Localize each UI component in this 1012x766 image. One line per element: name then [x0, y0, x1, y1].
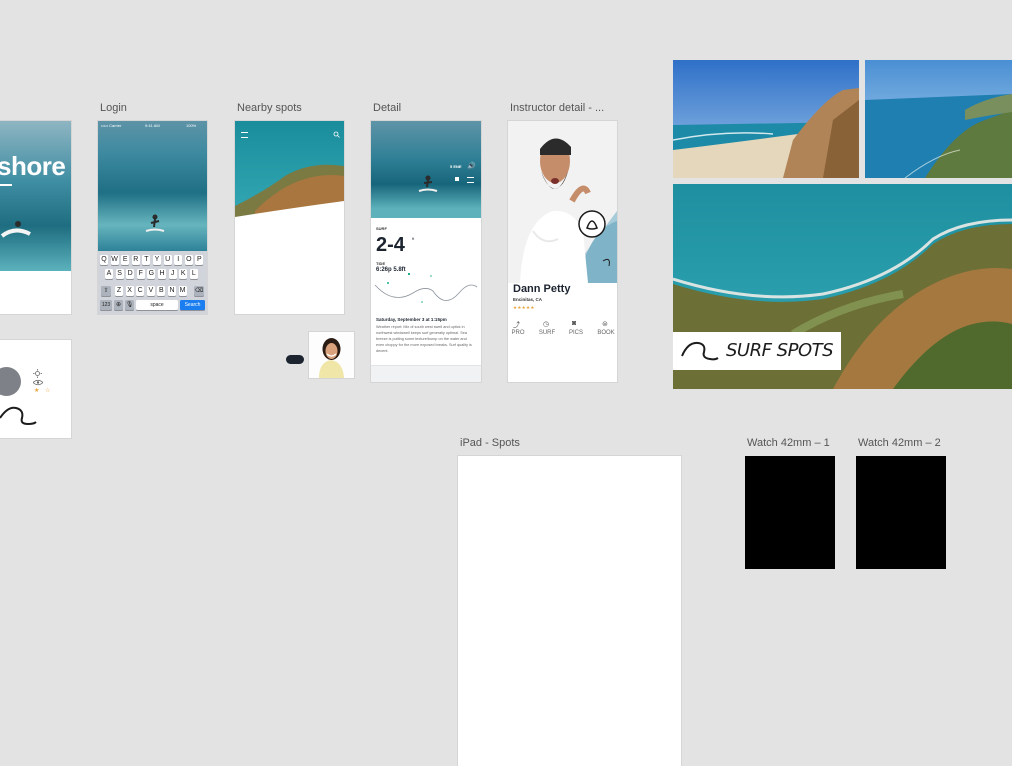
status-carrier: ••••• Carrier [101, 123, 122, 128]
detail-artboard[interactable]: 5 ENE 🔊 SURF 2-4 ft TIDE 6:26p 5.8ft Sat… [371, 121, 481, 382]
key-o[interactable]: O [184, 255, 193, 265]
tab-pro[interactable]: PRO [508, 330, 528, 336]
key-r[interactable]: R [131, 255, 140, 265]
watch-2-artboard[interactable] [856, 456, 946, 569]
shift-key[interactable]: ⇧ [101, 286, 111, 296]
speaker-icon: 🔊 [467, 163, 476, 170]
key-z[interactable]: Z [115, 286, 123, 296]
nearby-spots-artboard[interactable] [235, 121, 344, 314]
mic-key[interactable]: 🎙 [125, 300, 134, 310]
key-c[interactable]: C [136, 286, 145, 296]
surf-tab-icon[interactable]: ◷ [543, 320, 549, 328]
star-icon: ★ [34, 388, 40, 394]
key-q[interactable]: Q [100, 255, 108, 265]
artboard-label-instructor: Instructor detail - ... [510, 102, 605, 114]
surf-height: 2-4 [376, 234, 405, 256]
backspace-key[interactable]: ⌫ [194, 286, 204, 296]
tab-surf[interactable]: SURF [537, 330, 557, 336]
tab-pics[interactable]: PICS [566, 330, 586, 336]
detail-footer [371, 365, 481, 382]
key-d[interactable]: D [126, 269, 135, 279]
book-tab-icon[interactable]: ⊜ [602, 320, 608, 328]
onboarding-artboard[interactable]: shore [0, 121, 71, 314]
key-k[interactable]: K [179, 269, 188, 279]
key-a[interactable]: A [105, 269, 113, 279]
instructor-rating: ★★★★★ [513, 305, 535, 310]
surf-unit: ft [412, 236, 415, 241]
detail-photo [371, 121, 481, 218]
artboard-label-watch-1: Watch 42mm – 1 [747, 437, 830, 449]
nearby-hero-photo [235, 121, 344, 221]
key-s[interactable]: S [115, 269, 124, 279]
key-y[interactable]: Y [153, 255, 161, 265]
avatar [309, 332, 354, 378]
artboard-label-login: Login [100, 102, 127, 114]
pics-tab-icon[interactable]: ◙ [572, 320, 576, 327]
status-time: 9:41 AM [145, 123, 160, 128]
tab-book[interactable]: BOOK [596, 330, 616, 336]
search-icon[interactable] [333, 131, 340, 138]
style-guide-artboard[interactable]: ★ ☆ [0, 340, 71, 438]
star-outline-icon: ☆ [45, 388, 51, 394]
numbers-key[interactable]: 123 [100, 300, 112, 310]
key-u[interactable]: U [163, 255, 172, 265]
eye-icon [33, 379, 43, 386]
instructor-location: Encinitas, CA [513, 297, 543, 302]
watch-1-artboard[interactable] [745, 456, 835, 569]
artboard-label-nearby: Nearby spots [237, 102, 302, 114]
moodboard-photo-beach [673, 60, 859, 178]
key-b[interactable]: B [157, 286, 166, 296]
wave-lines-icon [467, 177, 474, 183]
wave-icon [681, 341, 719, 361]
key-m[interactable]: M [178, 286, 187, 296]
ipad-spots-artboard[interactable] [458, 456, 681, 766]
key-h[interactable]: H [158, 269, 166, 279]
globe-key[interactable]: ⊕ [114, 300, 123, 310]
moodboard-photo-coast [865, 60, 1012, 178]
toggle-pill[interactable] [286, 355, 304, 364]
login-artboard[interactable]: ••••• Carrier 9:41 AM 100% QWERTYUIOP ASD… [98, 121, 207, 314]
detail-date: Saturday, September 3 at 1:15pm [376, 317, 447, 322]
instructor-detail-artboard[interactable]: Dann Petty Encinitas, CA ★★★★★ ⤴ ◷ ◙ ⊜ P… [508, 121, 617, 382]
key-l[interactable]: L [189, 269, 198, 279]
key-n[interactable]: N [168, 286, 176, 296]
key-w[interactable]: W [110, 255, 119, 265]
flag-icon [455, 177, 459, 181]
pro-tab-icon[interactable]: ⤴ [513, 320, 520, 330]
artboard-label-ipad: iPad - Spots [460, 437, 520, 449]
menu-icon[interactable] [241, 132, 248, 138]
key-v[interactable]: V [146, 286, 155, 296]
instructor-photo [508, 121, 617, 283]
avatar-artboard [309, 332, 354, 378]
surf-spots-logo-text: SURF SPOTS [726, 340, 834, 361]
search-key[interactable]: Search [180, 300, 205, 310]
color-swatch-gray [0, 367, 21, 396]
surf-label: SURF [376, 226, 387, 231]
space-key[interactable]: space [136, 300, 178, 310]
key-i[interactable]: I [174, 255, 183, 265]
onboarding-headline: shore [0, 151, 66, 181]
key-j[interactable]: J [168, 269, 177, 279]
tide-chart [374, 273, 478, 303]
wave-icon [0, 406, 37, 426]
key-p[interactable]: P [195, 255, 204, 265]
artboard-label-detail: Detail [373, 102, 402, 114]
surfer-figure [145, 214, 165, 232]
wind-value: 5 ENE [450, 164, 462, 169]
key-g[interactable]: G [147, 269, 156, 279]
detail-report: Weather report: Mix of south west swell … [376, 325, 472, 353]
instructor-name: Dann Petty [513, 283, 571, 295]
key-f[interactable]: F [136, 269, 145, 279]
onboarding-photo [0, 121, 71, 271]
surfer-figure [418, 175, 438, 192]
key-t[interactable]: T [142, 255, 151, 265]
surfer-figure [0, 221, 31, 238]
key-e[interactable]: E [121, 255, 130, 265]
sun-icon [33, 369, 42, 378]
onboarding-sub-dot [0, 184, 12, 186]
tide-label: TIDE [376, 261, 386, 266]
status-battery: 100% [186, 123, 197, 128]
key-x[interactable]: X [125, 286, 134, 296]
artboard-label-watch-2: Watch 42mm – 2 [858, 437, 941, 449]
